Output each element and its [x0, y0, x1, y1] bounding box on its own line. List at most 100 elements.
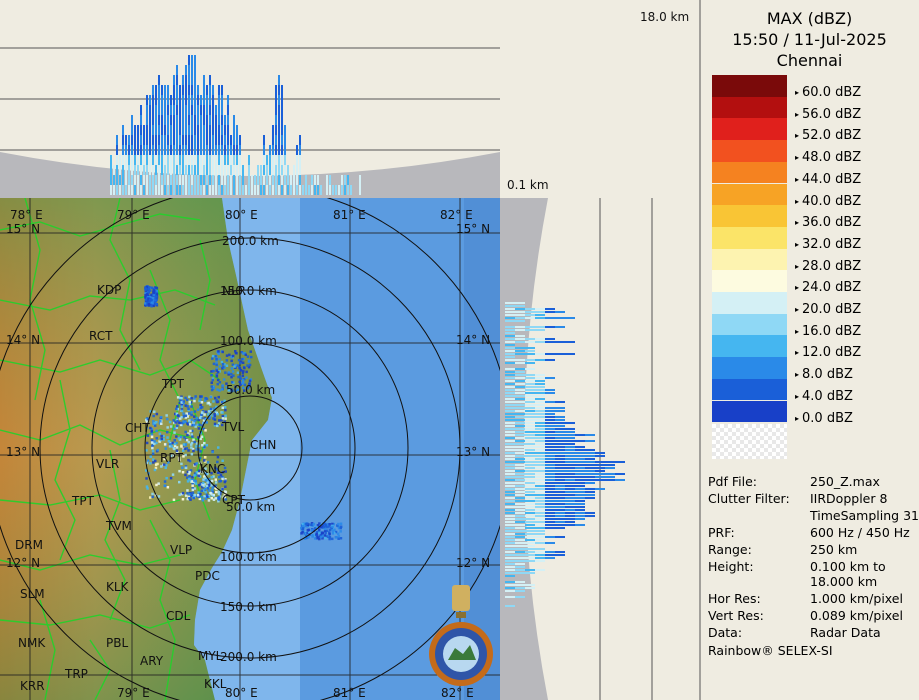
profile-bar [227, 95, 229, 105]
echo-pixel [184, 466, 188, 470]
profile-bar [515, 539, 525, 541]
profile-bar [155, 155, 157, 165]
profile-bar [218, 85, 220, 95]
profile-bar [515, 536, 525, 538]
profile-bar [545, 338, 555, 340]
profile-bar [565, 476, 575, 478]
profile-bar [555, 509, 565, 511]
profile-bar [515, 476, 525, 478]
profile-bar [535, 485, 545, 487]
profile-bar [525, 416, 535, 418]
profile-bar [535, 314, 545, 316]
profile-bar [555, 446, 565, 448]
profile-bar [116, 145, 118, 155]
meta-value: 1.000 km/pixel [810, 591, 903, 606]
profile-bar [119, 155, 121, 165]
echo-pixel [150, 293, 153, 296]
city-label: TVM [105, 519, 132, 533]
profile-bar [505, 584, 515, 586]
city-label: RCT [89, 329, 113, 343]
profile-bar [505, 560, 515, 562]
echo-pixel [193, 399, 196, 403]
profile-bar [505, 482, 515, 484]
profile-bar [161, 135, 163, 145]
profile-bar [239, 145, 241, 155]
profile-bar [194, 185, 196, 195]
profile-bar [515, 368, 525, 370]
echo-pixel [187, 458, 190, 462]
profile-bar [230, 145, 232, 155]
profile-bar [555, 518, 565, 520]
echo-pixel [149, 496, 152, 499]
lat-label-right: 13° N [456, 445, 490, 459]
profile-bar [200, 95, 202, 105]
profile-bar [275, 135, 277, 145]
echo-pixel [144, 302, 147, 305]
profile-bar [239, 185, 241, 195]
profile-bar [535, 524, 545, 526]
profile-bar [137, 135, 139, 145]
echo-pixel [184, 453, 187, 457]
profile-bar [535, 512, 545, 514]
profile-bar [173, 155, 175, 165]
profile-bar [505, 470, 515, 472]
echo-pixel [205, 421, 208, 424]
profile-bar [272, 185, 274, 195]
profile-bar [595, 488, 605, 490]
profile-bar [595, 467, 605, 469]
profile-bar [545, 416, 555, 418]
profile-bar [269, 145, 271, 155]
profile-bar [215, 105, 217, 115]
profile-bar [505, 434, 515, 436]
profile-bar [505, 587, 515, 589]
profile-bar [188, 145, 190, 155]
profile-bar [200, 135, 202, 145]
profile-bar [575, 461, 585, 463]
profile-bar [505, 590, 515, 592]
profile-bar [505, 389, 515, 391]
profile-bar [227, 105, 229, 115]
echo-pixel [236, 371, 240, 374]
profile-bar [565, 449, 575, 451]
profile-bar [224, 165, 226, 175]
profile-bar [515, 443, 525, 445]
profile-bar [525, 398, 535, 400]
profile-bar [191, 95, 193, 105]
echo-pixel [318, 531, 321, 535]
legend-label: 16.0 dBZ [795, 324, 861, 339]
echo-pixel [217, 395, 220, 399]
profile-bar [224, 135, 226, 145]
profile-bar [505, 353, 515, 355]
profile-bar [535, 542, 545, 544]
profile-bar [585, 464, 595, 466]
echo-pixel [178, 493, 181, 497]
echo-pixel [230, 359, 233, 363]
profile-bar [284, 155, 286, 165]
profile-bar [545, 458, 555, 460]
profile-bar [128, 145, 130, 155]
profile-bar [152, 155, 154, 165]
echo-pixel [153, 440, 156, 443]
profile-bar [545, 425, 555, 427]
echo-pixel [152, 289, 155, 292]
profile-bar [555, 440, 565, 442]
profile-bar [116, 155, 118, 165]
profile-bar [515, 581, 525, 583]
profile-bar [158, 185, 160, 195]
echo-pixel [221, 350, 224, 354]
echo-pixel [164, 447, 168, 450]
profile-bar [212, 95, 214, 105]
profile-bar [535, 341, 545, 343]
lon-label-top: 81° E [333, 208, 366, 222]
profile-bar [200, 155, 202, 165]
echo-pixel [182, 400, 185, 403]
profile-bar [545, 488, 555, 490]
echo-pixel [188, 496, 191, 500]
echo-pixel [230, 367, 234, 370]
profile-bar [535, 398, 545, 400]
profile-bar [140, 125, 142, 135]
profile-bar [233, 125, 235, 135]
echo-pixel [331, 525, 334, 529]
profile-bar [575, 476, 585, 478]
profile-bar [230, 175, 232, 185]
